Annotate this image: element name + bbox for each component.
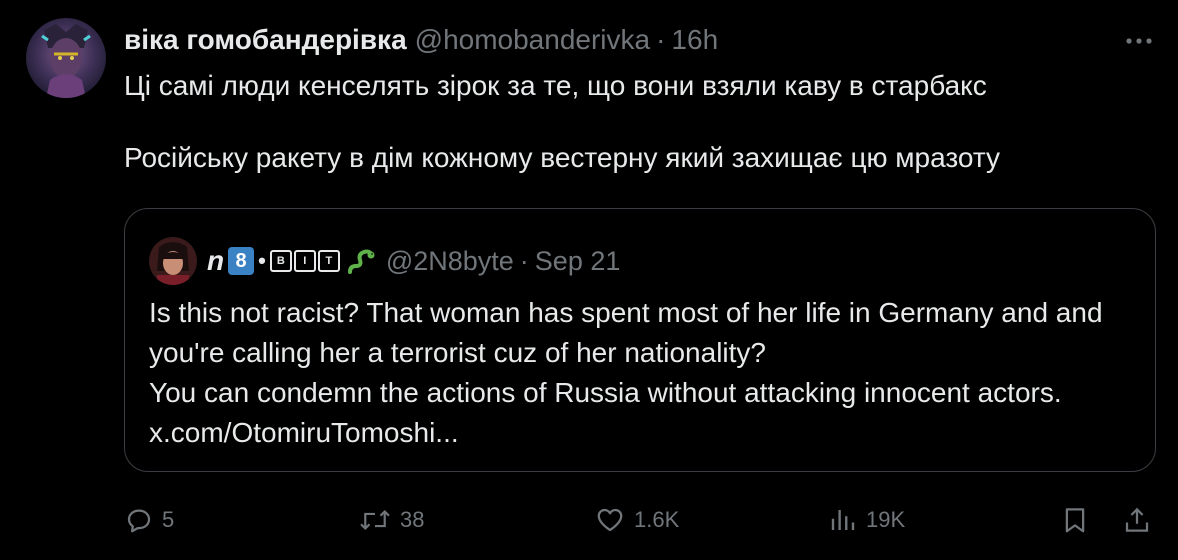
quoted-tweet-header: n 8 • B I T @2N8byte · Sep 21: [207, 241, 620, 281]
tweet-text-line: Російську ракету в дім кожному вестерну …: [124, 142, 1000, 173]
like-count: 1.6K: [634, 507, 680, 532]
views-icon: [831, 510, 855, 530]
name-dot: •: [258, 248, 266, 273]
like-button[interactable]: 1.6K: [594, 500, 679, 540]
tweet-text-line: Ці самі люди кенселять зірок за те, що в…: [124, 70, 987, 101]
letter-box: I: [293, 250, 316, 272]
bookmark-icon: [1065, 508, 1085, 533]
tweet-timestamp[interactable]: 16h: [671, 24, 718, 56]
quoted-author-avatar[interactable]: [149, 237, 197, 285]
snake-icon: [347, 249, 375, 274]
reply-icon: [127, 509, 151, 533]
heart-icon: [597, 508, 623, 532]
views-button[interactable]: 19K: [828, 500, 905, 540]
quoted-tweet-timestamp[interactable]: Sep 21: [535, 246, 621, 277]
header-separator: ·: [656, 24, 666, 55]
views-count: 19K: [866, 507, 906, 532]
reply-count: 5: [162, 507, 175, 532]
tweet[interactable]: віка гомобандерівка @homobanderivka · 16…: [0, 0, 1178, 560]
quoted-author-handle[interactable]: @2N8byte: [386, 246, 514, 277]
tweet-text: Ці самі люди кенселять зірок за те, що в…: [124, 68, 1144, 176]
author-handle[interactable]: @homobanderivka: [415, 24, 650, 56]
quoted-author-display-name[interactable]: n 8 • B I T: [207, 245, 376, 277]
repost-icon: [360, 509, 390, 531]
share-button[interactable]: [1122, 500, 1152, 540]
quoted-tweet[interactable]: n 8 • B I T @2N8byte · Sep 21 Is this no…: [124, 208, 1156, 472]
quoted-header-separator: ·: [519, 245, 529, 276]
letter-box: T: [317, 250, 340, 272]
author-display-name[interactable]: віка гомобандерівка: [124, 24, 407, 56]
keycap-number-emoji: 8: [228, 247, 255, 275]
name-prefix: n: [207, 245, 225, 276]
repost-button[interactable]: 38: [358, 500, 424, 540]
bookmark-button[interactable]: [1060, 500, 1090, 540]
quoted-tweet-text-line: Is this not racist? That woman has spent…: [149, 297, 1103, 368]
letter-box: B: [269, 250, 292, 272]
more-options-button[interactable]: [1124, 26, 1154, 56]
repost-count: 38: [400, 507, 425, 532]
reply-button[interactable]: 5: [124, 500, 174, 540]
tweet-header: віка гомобандерівка @homobanderivka · 16…: [124, 22, 718, 58]
quoted-tweet-text-line: You can condemn the actions of Russia wi…: [149, 377, 1062, 448]
tweet-actions-bar: 5 38 1.6K 19K: [124, 500, 1156, 540]
quoted-tweet-text: Is this not racist? That woman has spent…: [149, 293, 1129, 453]
more-horizontal-icon: [1126, 38, 1152, 44]
share-icon: [1125, 507, 1149, 532]
author-avatar[interactable]: [26, 18, 106, 98]
